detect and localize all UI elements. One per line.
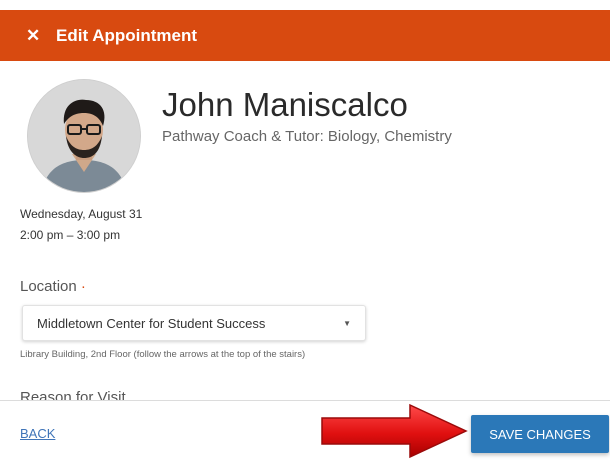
back-link[interactable]: BACK <box>20 426 55 441</box>
required-marker: · <box>80 278 86 295</box>
red-arrow-icon <box>321 403 468 459</box>
coach-role: Pathway Coach & Tutor: Biology, Chemistr… <box>162 128 452 145</box>
profile-photo <box>28 80 140 192</box>
caret-down-icon: ▼ <box>343 318 351 328</box>
close-icon[interactable]: ✕ <box>26 27 56 44</box>
appointment-time: 2:00 pm – 3:00 pm <box>20 228 121 242</box>
dialog-title: Edit Appointment <box>56 25 198 45</box>
location-label: Location · <box>20 278 86 295</box>
save-changes-button[interactable]: SAVE CHANGES <box>471 415 609 453</box>
coach-name: John Maniscalco <box>162 86 408 123</box>
location-select-value: Middletown Center for Student Success <box>37 315 266 331</box>
appointment-date: Wednesday, August 31 <box>20 207 143 221</box>
location-select[interactable]: Middletown Center for Student Success ▼ <box>22 305 366 341</box>
location-hint: Library Building, 2nd Floor (follow the … <box>20 349 306 360</box>
reason-label: Reason for Visit <box>20 389 126 400</box>
app-header: ✕ Edit Appointment <box>0 10 610 61</box>
avatar <box>28 80 140 192</box>
